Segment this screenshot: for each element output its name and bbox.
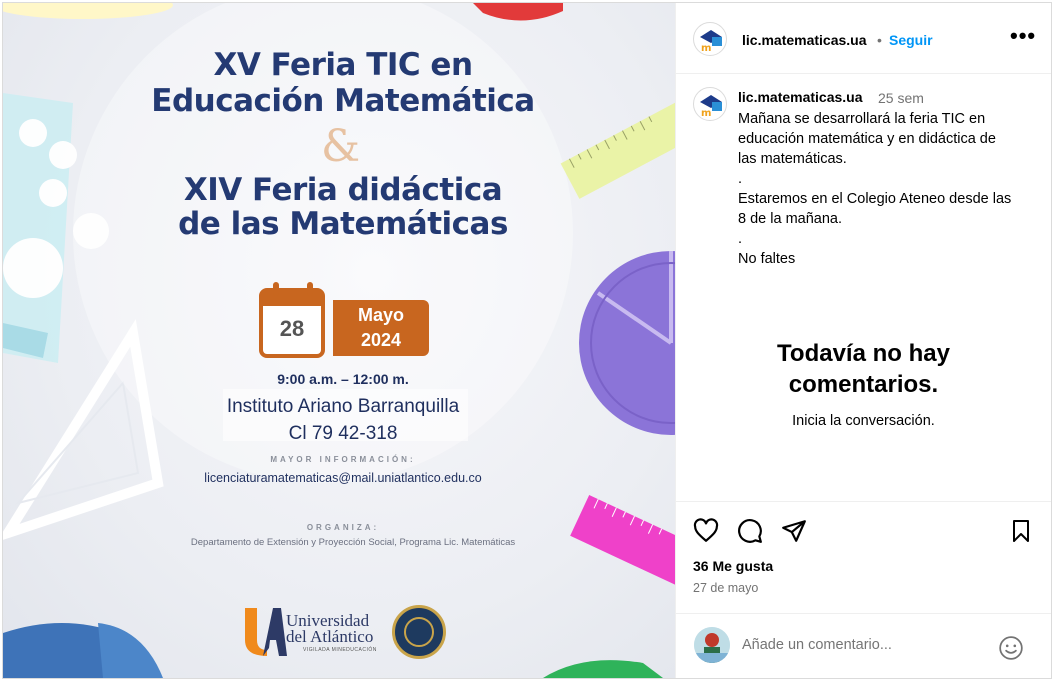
comment-input[interactable] [742, 637, 962, 653]
university-logo-icon [245, 608, 287, 656]
user-photo-icon [694, 627, 730, 663]
more-options-icon[interactable]: ••• [1010, 23, 1036, 49]
university-name: Universidad del Atlántico [286, 611, 374, 646]
smiley-icon[interactable] [998, 635, 1024, 661]
organizer-label: ORGANIZA: [306, 523, 380, 532]
caption-line: educación matemática y en didáctica de [738, 131, 996, 147]
caption-line: Estaremos en el Colegio Ateneo desde las [738, 191, 1012, 207]
svg-text:m: m [701, 108, 711, 119]
info-label: MAYOR INFORMACIÓN: [270, 455, 416, 464]
heart-icon[interactable] [693, 518, 719, 544]
post-header: m lic.matematicas.ua • Seguir ••• [676, 3, 1051, 74]
caption-line: . [738, 171, 743, 187]
likes-count[interactable]: 36 Me gusta [693, 558, 773, 574]
bookmark-icon[interactable] [1009, 518, 1033, 544]
program-seal-icon [392, 605, 446, 659]
profile-logo-icon: m [700, 95, 722, 119]
poster-title-2: XIV Feria didáctica de las Matemáticas [178, 172, 508, 242]
poster-ampersand: & [321, 121, 361, 172]
profile-logo-icon: m [700, 30, 722, 54]
calendar-icon: 28 [259, 282, 325, 358]
follow-button[interactable]: Seguir [889, 32, 933, 48]
caption-line: 8 de la mañana. [738, 211, 842, 227]
header-username[interactable]: lic.matematicas.ua [742, 32, 867, 48]
no-comments-title: Todavía no hay comentarios. [777, 340, 950, 398]
event-venue: Instituto Ariano Barranquilla [226, 396, 460, 417]
poster-title-1: XV Feria TIC en Educación Matemática [151, 47, 535, 119]
caption-line: Mañana se desarrollará la feria TIC en [738, 111, 986, 127]
user-avatar[interactable] [694, 627, 730, 663]
caption-time[interactable]: 25 sem [878, 90, 924, 106]
comment-icon[interactable] [737, 518, 763, 544]
svg-text:m: m [701, 43, 711, 54]
university-sub: VIGILADA MINEDUCACIÓN [303, 647, 377, 653]
event-month-year: Mayo 2024 [333, 300, 429, 356]
event-time: 9:00 a.m. – 12:00 m. [277, 371, 409, 387]
post-sidebar: m lic.matematicas.ua • Seguir ••• m lic.… [675, 3, 1051, 678]
event-address: Cl 79 42-318 [288, 423, 398, 444]
post-date[interactable]: 27 de mayo [693, 581, 758, 595]
caption-username[interactable]: lic.matematicas.ua [738, 89, 863, 105]
caption-avatar[interactable]: m [693, 87, 727, 121]
caption-line: las matemáticas. [738, 151, 847, 167]
caption-line: No faltes [738, 251, 796, 267]
contact-email: licenciaturamatematicas@mail.uniatlantic… [204, 471, 482, 485]
share-icon[interactable] [781, 518, 807, 544]
event-month: Mayo [357, 305, 404, 325]
event-year: 2024 [360, 330, 402, 350]
post-dialog: XV Feria TIC en Educación Matemática & X… [2, 2, 1052, 679]
organizer-text: Departamento de Extensión y Proyección S… [190, 537, 516, 548]
event-day: 28 [279, 316, 305, 341]
no-comments-subtitle: Inicia la conversación. [792, 413, 935, 429]
profile-avatar[interactable]: m [693, 22, 727, 56]
caption-line: . [738, 231, 743, 247]
header-dot: • [877, 32, 882, 48]
post-image[interactable]: XV Feria TIC en Educación Matemática & X… [3, 3, 675, 678]
